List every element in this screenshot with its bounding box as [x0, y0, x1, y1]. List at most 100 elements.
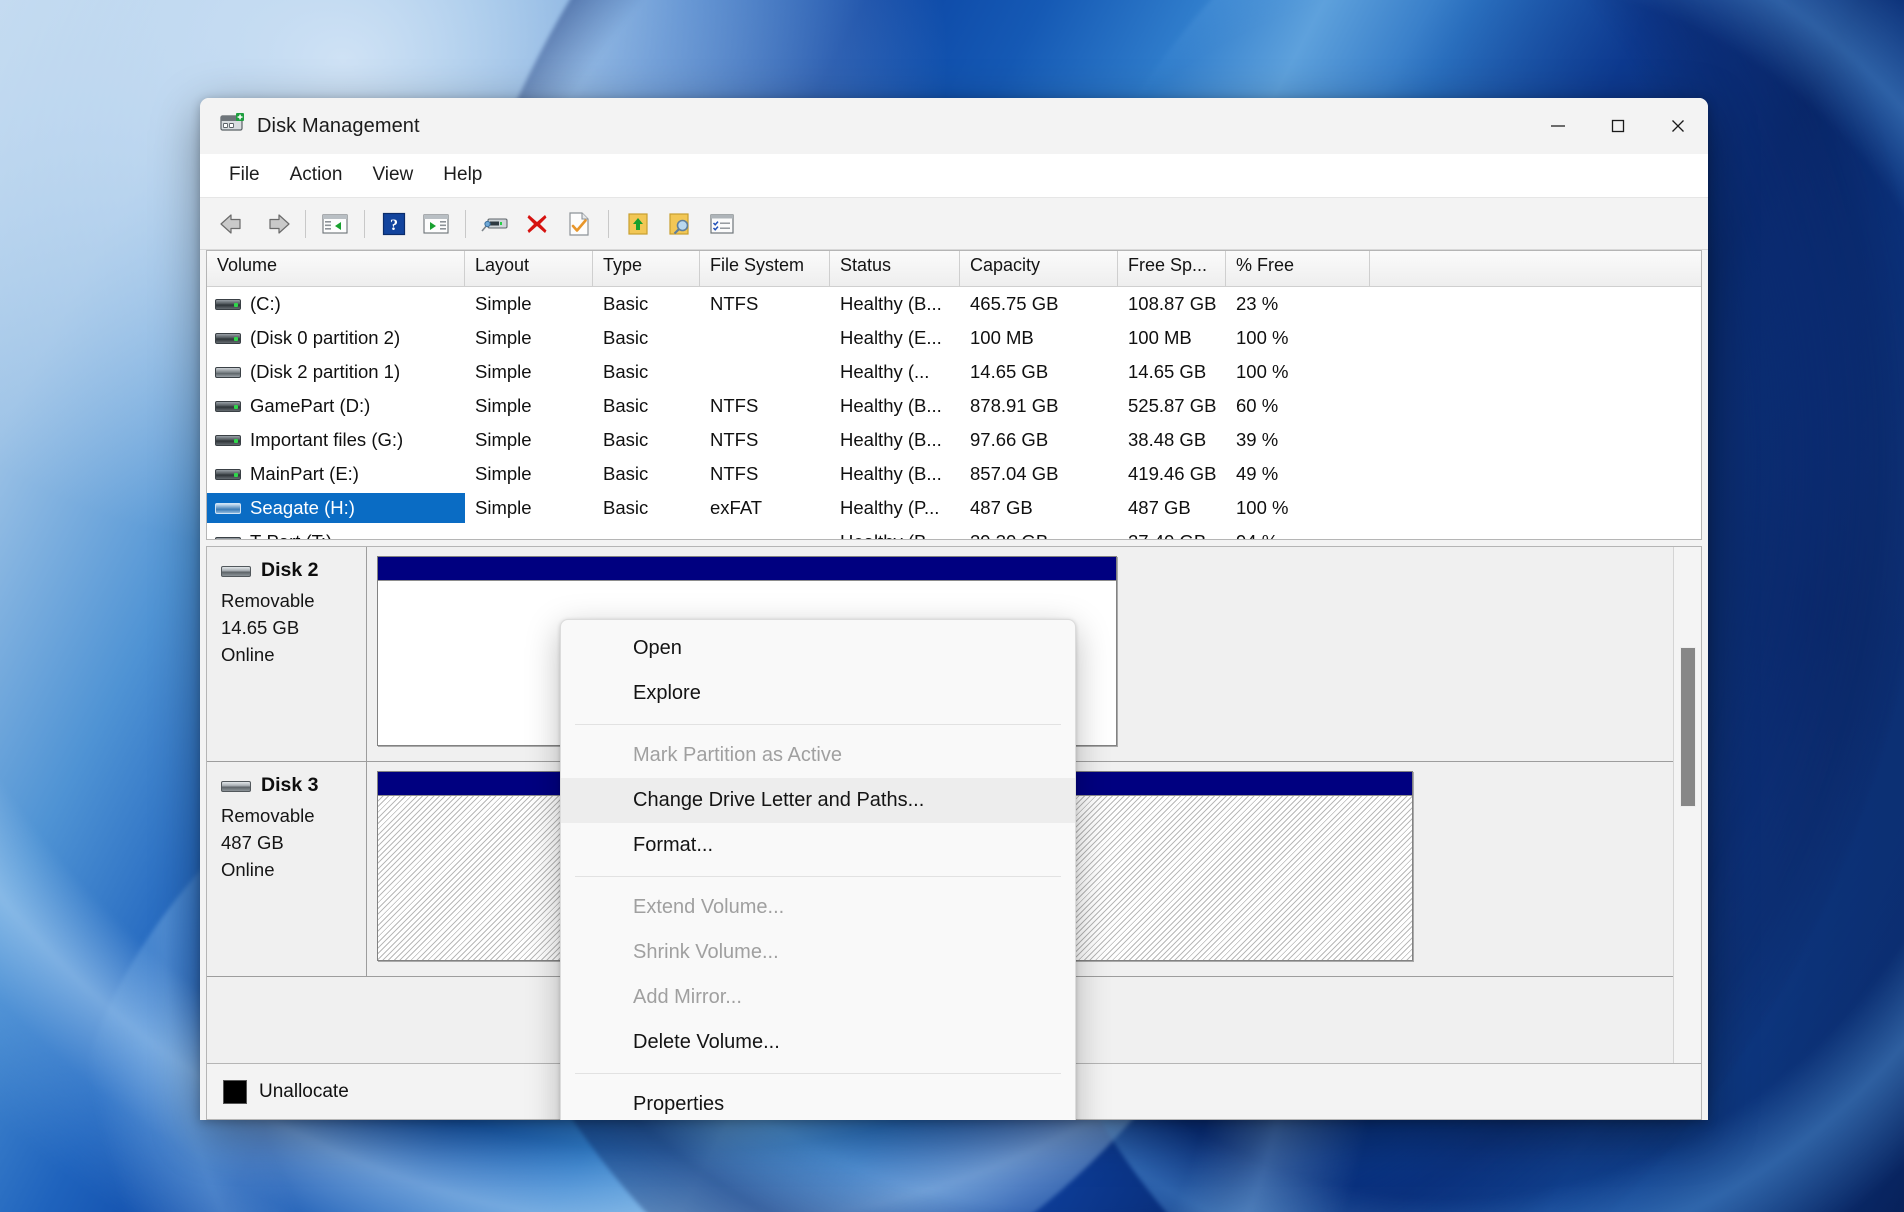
volume-list-panel: Volume Layout Type File System Status Ca…	[206, 250, 1702, 540]
cell-file-system: NTFS	[710, 395, 759, 416]
menu-item-mark-partition-as-active: Mark Partition as Active	[633, 744, 842, 766]
graphical-view-scrollbar[interactable]	[1673, 547, 1701, 1063]
partition-capacity-bar	[378, 557, 1116, 581]
window-title: Disk Management	[257, 114, 420, 137]
cell-percent-free: 100 %	[1236, 361, 1289, 382]
menu-item-open[interactable]: Open	[561, 626, 1075, 671]
menu-separator	[575, 876, 1061, 877]
window-controls	[1528, 98, 1708, 154]
cell-layout: Simple	[475, 429, 532, 450]
column-header-free-space[interactable]: Free Sp...	[1118, 251, 1226, 286]
drive-icon	[215, 399, 241, 414]
cell-capacity: 487 GB	[970, 497, 1033, 518]
desktop-wallpaper: Disk Management File Action View Help ? …	[0, 0, 1904, 1212]
drive-icon-plain	[215, 365, 241, 380]
help-icon[interactable]: ?	[374, 204, 414, 244]
extend-volume-icon[interactable]	[618, 204, 658, 244]
cell-capacity: 14.65 GB	[970, 361, 1049, 382]
cell-layout: Simple	[475, 463, 532, 484]
disk-title-group: Disk 3	[221, 774, 366, 797]
cell-type: Basic	[603, 327, 649, 348]
volume-label: (Disk 0 partition 2)	[250, 326, 401, 348]
show-hide-action-pane-icon[interactable]	[416, 204, 456, 244]
drive-icon	[215, 297, 241, 312]
menu-item-change-drive-letter-and-paths[interactable]: Change Drive Letter and Paths...	[561, 778, 1075, 823]
menu-help[interactable]: Help	[428, 160, 497, 191]
drive-icon	[215, 433, 241, 448]
menu-item-format[interactable]: Format...	[561, 823, 1075, 868]
disk-management-icon	[220, 112, 246, 141]
cell-percent-free: 49 %	[1236, 463, 1279, 484]
column-header-type[interactable]: Type	[593, 251, 700, 286]
cell-free-space: 108.87 GB	[1128, 293, 1217, 314]
disk-media-type: Removable	[221, 590, 315, 611]
menu-item-delete-volume[interactable]: Delete Volume...	[561, 1020, 1075, 1065]
column-header-file-system[interactable]: File System	[700, 251, 830, 286]
column-header-volume[interactable]: Volume	[207, 251, 465, 286]
disk-media-type: Removable	[221, 805, 315, 826]
volume-label: GamePart (D:)	[250, 394, 371, 416]
menu-action[interactable]: Action	[275, 160, 358, 191]
volume-label: MainPart (E:)	[250, 462, 359, 484]
cell-free-space: 419.46 GB	[1128, 463, 1217, 484]
disk-state: Online	[221, 643, 275, 665]
table-row[interactable]: (C:) Simple Basic NTFS Healthy (B... 465.75 G…	[207, 287, 1701, 321]
toolbar-separator	[364, 209, 365, 238]
cell-volume: T-Part (T:)	[207, 527, 465, 539]
cell-status: Healthy (B...	[840, 395, 942, 416]
checklist-icon[interactable]	[702, 204, 742, 244]
table-row[interactable]: Seagate (H:) Simple Basic exFAT Healthy (P..…	[207, 491, 1701, 525]
disk-header[interactable]: Disk 2 Removable 14.65 GB Online	[207, 547, 367, 761]
cell-percent-free: 23 %	[1236, 293, 1279, 314]
column-header-status[interactable]: Status	[830, 251, 960, 286]
scrollbar-thumb[interactable]	[1680, 647, 1696, 807]
minimize-button[interactable]	[1528, 98, 1588, 154]
cell-status: Healthy (E...	[840, 327, 942, 348]
delete-icon[interactable]	[517, 204, 557, 244]
cell-free-space: 487 GB	[1128, 497, 1191, 518]
table-row[interactable]: MainPart (E:) Simple Basic NTFS Healthy (B..…	[207, 457, 1701, 491]
menu-view[interactable]: View	[357, 160, 428, 191]
cell-volume: (Disk 2 partition 1)	[207, 357, 465, 387]
cell-capacity: 100 MB	[970, 327, 1034, 348]
show-hide-console-tree-icon[interactable]	[315, 204, 355, 244]
cell-percent-free: 100 %	[1236, 497, 1289, 518]
column-header-percent-free[interactable]: % Free	[1226, 251, 1370, 286]
table-row[interactable]: Important files (G:) Simple Basic NTFS Healt…	[207, 423, 1701, 457]
column-header-capacity[interactable]: Capacity	[960, 251, 1118, 286]
table-row[interactable]: (Disk 0 partition 2) Simple Basic Healthy (…	[207, 321, 1701, 355]
drive-icon	[215, 535, 241, 539]
rescan-disks-icon[interactable]	[475, 204, 515, 244]
cell-file-system: NTFS	[710, 463, 759, 484]
menu-separator	[575, 1073, 1061, 1074]
properties-icon[interactable]	[559, 204, 599, 244]
back-icon[interactable]	[214, 204, 254, 244]
table-row[interactable]: (Disk 2 partition 1) Simple Basic Healthy (…	[207, 355, 1701, 389]
cell-capacity: 97.66 GB	[970, 429, 1049, 450]
volume-label: T-Part (T:)	[250, 532, 332, 539]
titlebar-left-group: Disk Management	[200, 112, 420, 141]
menu-item-explore[interactable]: Explore	[561, 671, 1075, 716]
cell-type: Basic	[603, 497, 649, 518]
cell-status: Healthy (B...	[840, 293, 942, 314]
table-row[interactable]: T-Part (T:) Healthy (B...29.30 GB27.40 GB…	[207, 525, 1701, 539]
cell-percent-free: 60 %	[1236, 395, 1279, 416]
menu-item-properties[interactable]: Properties	[561, 1082, 1075, 1120]
cell-layout: Simple	[475, 327, 532, 348]
column-header-filler	[1370, 251, 1701, 286]
window-titlebar[interactable]: Disk Management	[200, 98, 1708, 154]
close-button[interactable]	[1648, 98, 1708, 154]
cell-file-system: NTFS	[710, 429, 759, 450]
table-row[interactable]: GamePart (D:) Simple Basic NTFS Healthy (B..…	[207, 389, 1701, 423]
examine-volume-icon[interactable]	[660, 204, 700, 244]
volume-label: (Disk 2 partition 1)	[250, 360, 401, 382]
menu-file[interactable]: File	[214, 160, 275, 191]
disk-header[interactable]: Disk 3 Removable 487 GB Online	[207, 762, 367, 976]
cell-free-space: 14.65 GB	[1128, 361, 1207, 382]
maximize-button[interactable]	[1588, 98, 1648, 154]
toolbar-separator	[305, 209, 306, 238]
column-header-layout[interactable]: Layout	[465, 251, 593, 286]
forward-icon[interactable]	[256, 204, 296, 244]
cell-volume: Important files (G:)	[207, 425, 465, 455]
legend-swatch-unallocated	[223, 1079, 247, 1104]
